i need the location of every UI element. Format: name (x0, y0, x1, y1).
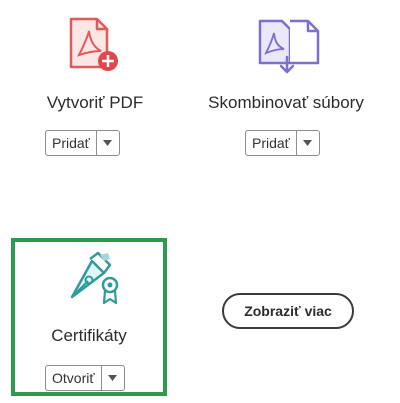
combine-files-label: Skombinovať súbory (208, 93, 364, 112)
create-pdf-add-button[interactable]: Pridať (46, 131, 97, 155)
create-pdf-split-button[interactable]: Pridať (45, 130, 120, 156)
chevron-down-icon (103, 140, 113, 146)
certificates-dropdown[interactable] (102, 366, 124, 390)
certificates-open-button[interactable]: Otvoriť (46, 366, 102, 390)
chevron-down-icon (303, 140, 313, 146)
combine-files-split-button[interactable]: Pridať (245, 130, 320, 156)
combine-files-icon[interactable] (256, 17, 322, 75)
chevron-down-icon (108, 375, 118, 381)
certificates-icon[interactable] (64, 251, 124, 307)
create-pdf-label: Vytvoriť PDF (46, 93, 144, 112)
combine-files-add-button[interactable]: Pridať (246, 131, 297, 155)
certificates-label: Certifikáty (51, 326, 127, 345)
create-pdf-dropdown[interactable] (97, 131, 119, 155)
combine-files-dropdown[interactable] (297, 131, 319, 155)
show-more-button[interactable]: Zobraziť viac (222, 293, 354, 329)
create-pdf-icon[interactable] (67, 17, 121, 73)
certificates-split-button[interactable]: Otvoriť (45, 365, 125, 391)
